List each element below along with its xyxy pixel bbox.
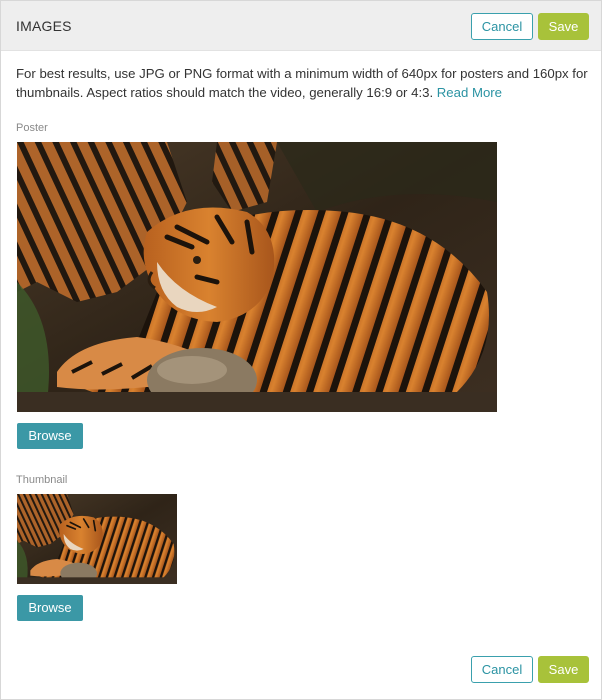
poster-browse-button[interactable]: Browse bbox=[17, 423, 83, 449]
header-cancel-button[interactable]: Cancel bbox=[471, 13, 533, 40]
images-panel: IMAGES Cancel Save For best results, use… bbox=[0, 0, 602, 700]
instructions-text: For best results, use JPG or PNG format … bbox=[16, 64, 591, 102]
read-more-link[interactable]: Read More bbox=[437, 85, 502, 100]
panel-title: IMAGES bbox=[16, 18, 72, 34]
header-save-button[interactable]: Save bbox=[538, 13, 589, 40]
poster-image bbox=[17, 142, 497, 412]
thumbnail-label: Thumbnail bbox=[16, 474, 68, 486]
panel-header: IMAGES Cancel Save bbox=[1, 1, 601, 51]
thumbnail-image bbox=[17, 494, 177, 584]
tiger-thumbnail-illustration bbox=[17, 494, 177, 584]
poster-label: Poster bbox=[16, 122, 48, 134]
footer-cancel-button[interactable]: Cancel bbox=[471, 656, 533, 683]
footer-save-button[interactable]: Save bbox=[538, 656, 589, 683]
tiger-poster-illustration bbox=[17, 142, 497, 412]
thumbnail-browse-button[interactable]: Browse bbox=[17, 595, 83, 621]
